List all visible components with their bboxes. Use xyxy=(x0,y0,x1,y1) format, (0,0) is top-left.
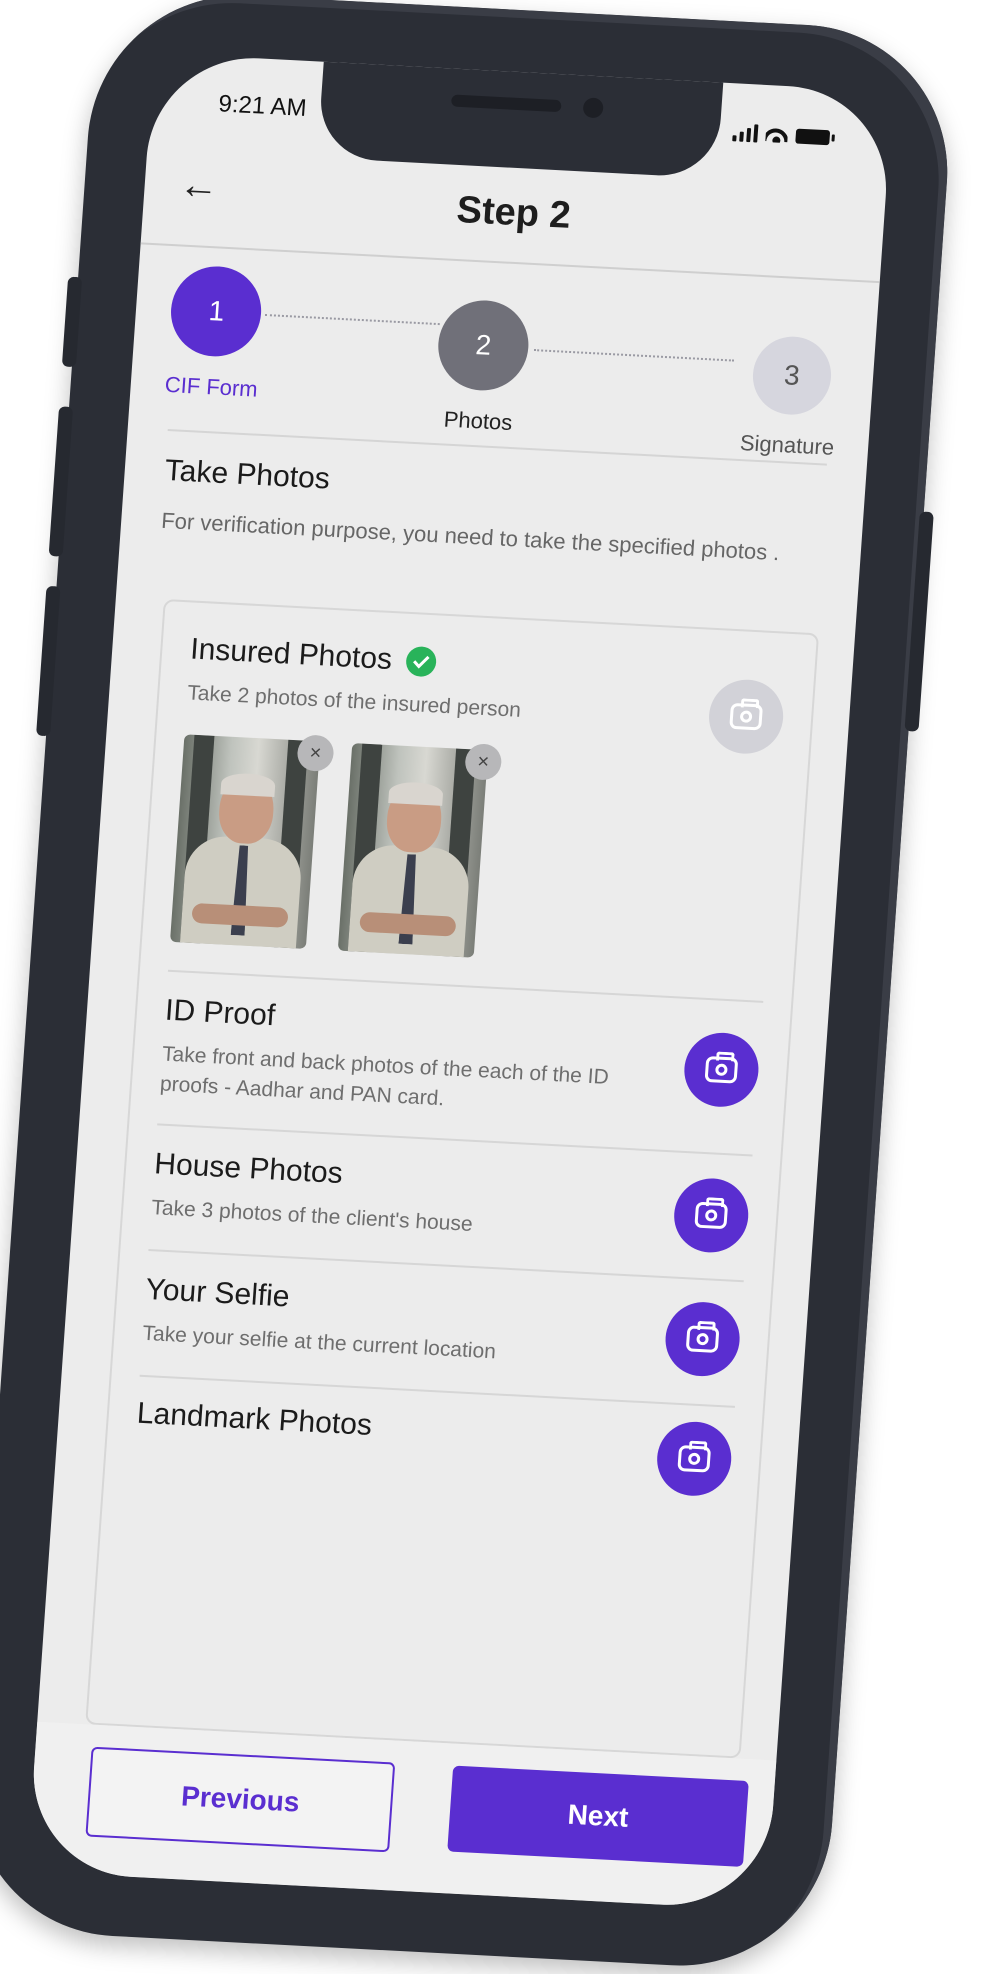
status-time: 9:21 AM xyxy=(217,90,308,122)
stepper: 1 CIF Form 2 Photos 3 Signature xyxy=(163,264,845,460)
phone-notch xyxy=(317,59,724,179)
signal-icon xyxy=(732,123,759,143)
step-number: 1 xyxy=(168,264,265,359)
battery-icon xyxy=(795,128,831,145)
phone-frame: 9:21 AM ← Step 2 1 CIF Form 2 Photos 3 S… xyxy=(0,0,958,1974)
speaker-grille xyxy=(450,94,562,113)
photo-checklist-card: Insured Photos Take 2 photos of the insu… xyxy=(85,599,820,1759)
camera-icon xyxy=(704,1055,739,1084)
phone-volume-up xyxy=(48,406,74,557)
close-icon: × xyxy=(308,741,323,764)
id-proof-section: ID Proof Take front and back photos of t… xyxy=(159,994,762,1131)
stepper-connector xyxy=(264,313,440,326)
landmark-photos-section: Landmark Photos xyxy=(135,1396,734,1498)
insured-person-photo xyxy=(169,734,321,949)
front-camera xyxy=(582,97,604,119)
camera-icon xyxy=(694,1201,729,1230)
step-number: 2 xyxy=(435,298,532,393)
insured-photos-title: Insured Photos xyxy=(189,632,394,677)
your-selfie-section: Your Selfie Take your selfie at the curr… xyxy=(142,1273,743,1380)
step-signature[interactable]: 3 Signature xyxy=(739,334,842,461)
phone-side-button xyxy=(61,276,83,368)
previous-button[interactable]: Previous xyxy=(85,1746,396,1853)
remove-photo-button[interactable]: × xyxy=(296,734,335,773)
section-description: For verification purpose, you need to ta… xyxy=(160,507,781,566)
step-label: Photos xyxy=(443,406,514,436)
section-heading: Take Photos xyxy=(163,453,331,496)
check-circle-icon xyxy=(404,645,437,678)
photo-thumbnail[interactable]: × xyxy=(337,743,503,958)
phone-power-button xyxy=(904,511,934,732)
page-title: Step 2 xyxy=(455,188,573,237)
camera-icon xyxy=(729,702,763,731)
id-proof-description: Take front and back photos of the each o… xyxy=(159,1042,610,1111)
step-label: Signature xyxy=(739,430,835,460)
phone-volume-down xyxy=(36,585,61,737)
status-icons xyxy=(732,123,831,146)
wifi-icon xyxy=(765,126,788,143)
step-photos[interactable]: 2 Photos xyxy=(432,298,532,436)
house-photos-section: House Photos Take 3 photos of the client… xyxy=(150,1147,751,1255)
photo-thumbnail[interactable]: × xyxy=(169,734,335,949)
landmark-photos-title: Landmark Photos xyxy=(135,1396,374,1442)
insured-photos-section: Insured Photos Take 2 photos of the insu… xyxy=(169,632,787,973)
step-label: CIF Form xyxy=(163,371,259,402)
remove-photo-button[interactable]: × xyxy=(464,743,503,781)
camera-icon xyxy=(685,1325,720,1353)
step-cif-form[interactable]: 1 CIF Form xyxy=(164,264,266,403)
app-screen: 9:21 AM ← Step 2 1 CIF Form 2 Photos 3 S… xyxy=(26,52,894,1911)
stepper-connector xyxy=(534,349,734,362)
camera-icon xyxy=(677,1445,712,1473)
next-button[interactable]: Next xyxy=(447,1765,749,1867)
step-number: 3 xyxy=(750,334,834,417)
photo-thumbnails: × × xyxy=(169,734,780,973)
insured-person-photo xyxy=(337,743,489,958)
close-icon: × xyxy=(476,750,490,773)
